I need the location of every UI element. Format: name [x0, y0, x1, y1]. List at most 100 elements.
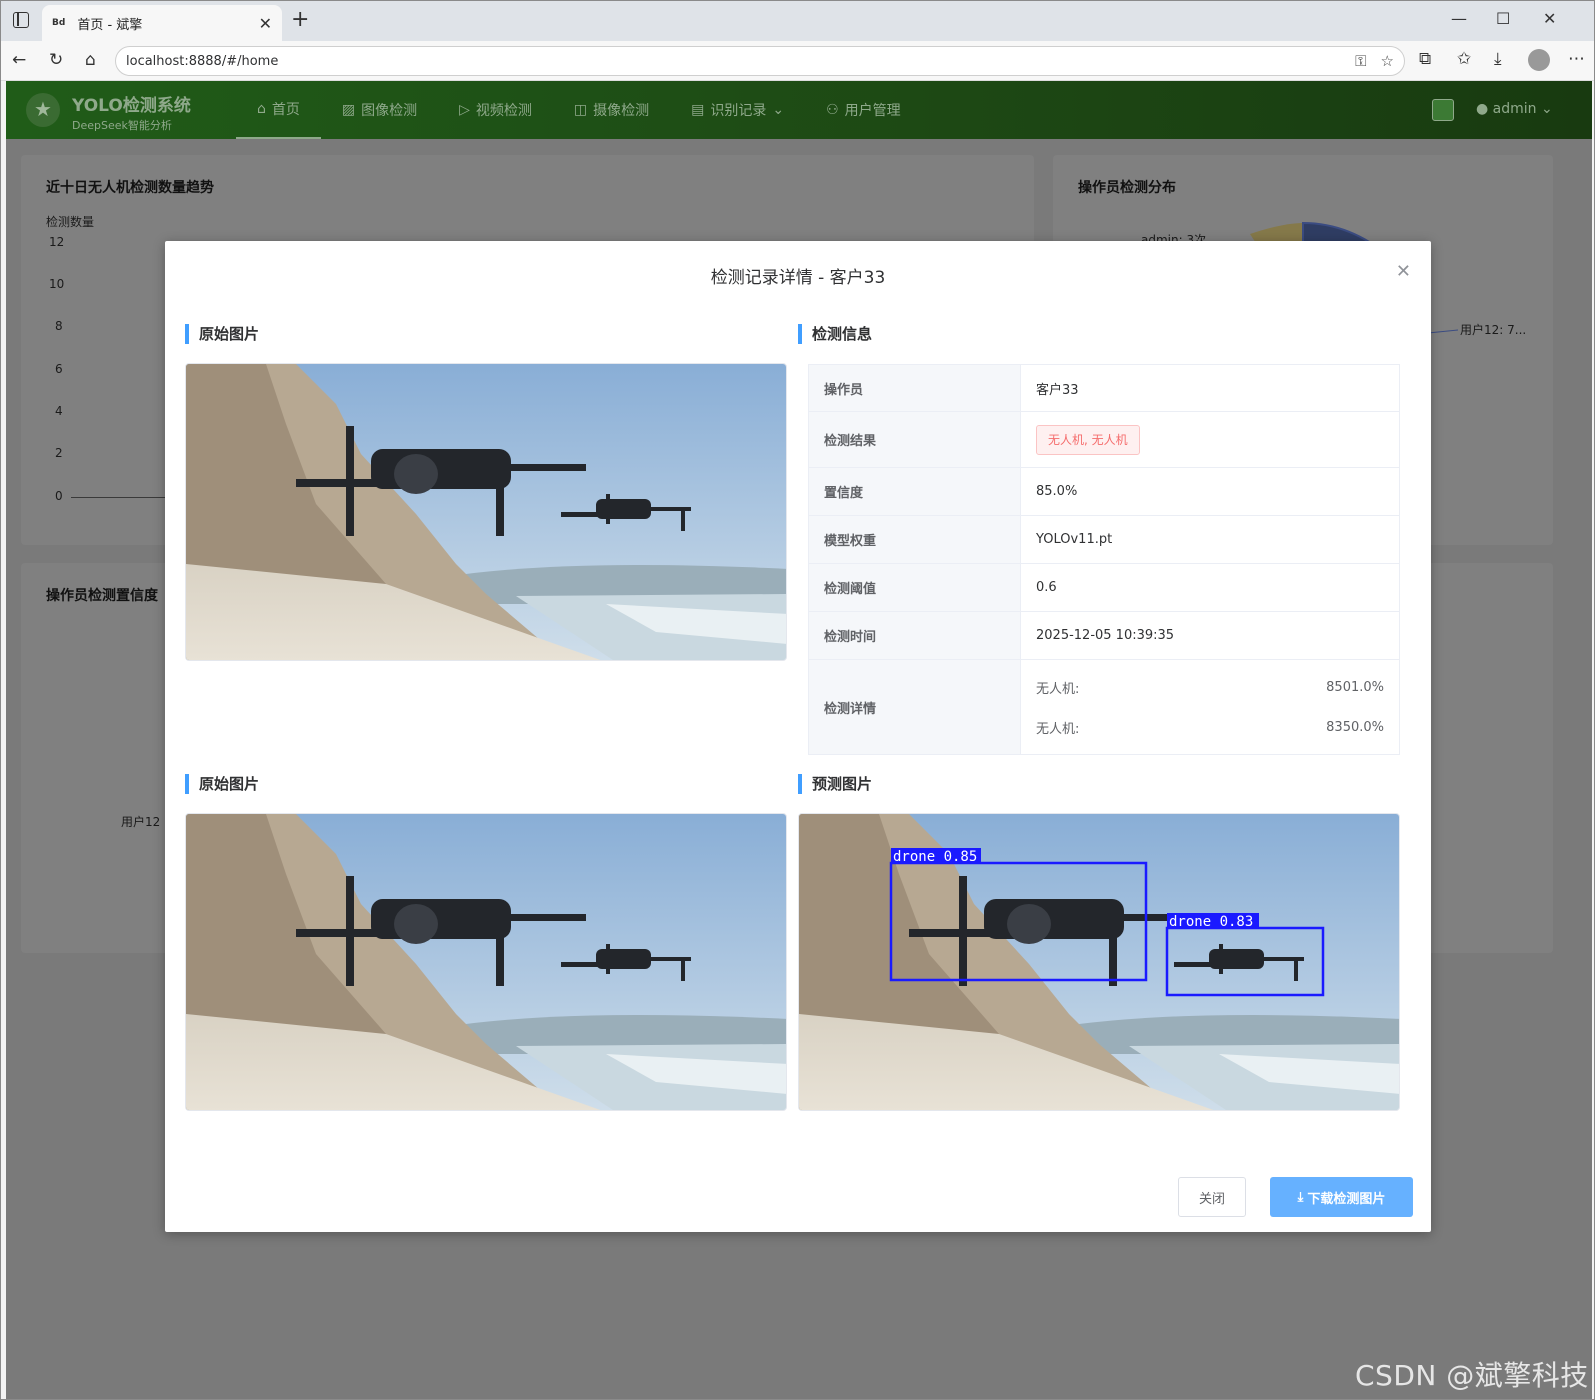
plus-icon[interactable]: + [291, 7, 309, 32]
row-label: 操作员 [809, 365, 1021, 411]
y-tick: 4 [55, 404, 63, 418]
time-value: 2025-12-05 10:39:35 [1036, 628, 1175, 643]
reload-icon[interactable]: ↻ [49, 50, 63, 70]
dialog-title: 检测记录详情 - 客户33 [710, 268, 886, 288]
table-row: 操作员 客户33 [809, 365, 1399, 412]
key-icon[interactable]: ⚿ [1355, 52, 1366, 70]
row-label: 检测详情 [809, 660, 1021, 754]
menu-item-home[interactable]: ⌂ 首页 [236, 81, 321, 139]
operator-value: 客户33 [1036, 382, 1079, 398]
detail-name: 无人机: [1036, 681, 1080, 697]
detail-item: 无人机: 8350.0% [1036, 707, 1399, 747]
star-icon[interactable]: ☆ [1381, 52, 1394, 70]
chevron-down-icon: ⌄ [1541, 101, 1553, 117]
y-tick: 12 [49, 235, 65, 249]
table-row: 检测结果 无人机, 无人机 [809, 412, 1399, 468]
back-icon[interactable]: ← [12, 50, 26, 70]
y-tick: 6 [55, 362, 63, 376]
details-cell: 无人机: 8501.0% 无人机: 8350.0% [1021, 660, 1399, 754]
detail-item: 无人机: 8501.0% [1036, 667, 1399, 707]
menu-item-camera-detect[interactable]: ◫ 摄像检测 [553, 81, 670, 139]
menu-label: 摄像检测 [593, 103, 650, 119]
detail-name: 无人机: [1036, 721, 1080, 737]
y-tick: 8 [55, 319, 63, 333]
y-tick: 2 [55, 446, 63, 460]
tab-favicon: Bd [52, 18, 66, 28]
result-cell: 无人机, 无人机 [1021, 412, 1399, 467]
fullscreen-icon[interactable] [1432, 99, 1454, 121]
download-icon[interactable]: ⤓ [1494, 49, 1502, 69]
play-icon: ▷ [459, 102, 470, 118]
brand-subtitle: DeepSeek智能分析 [72, 119, 172, 132]
model-value: YOLOv11.pt [1036, 532, 1113, 547]
main-menu: ⌂ 首页 ▨ 图像检测 ▷ 视频检测 ◫ 摄像检测 ▤ 识别记录 ⌄ ⚇ 用户管理 [236, 81, 922, 139]
more-icon[interactable]: ⋯ [1568, 49, 1585, 69]
detection-label-1: drone 0.85 [893, 849, 977, 865]
row-label: 检测阈值 [809, 564, 1021, 611]
drone-photo-annotated: drone 0.85 drone 0.83 [799, 814, 1399, 1110]
section-original-bottom: 原始图片 [185, 774, 259, 794]
menu-label: 用户管理 [844, 103, 901, 119]
logo-icon: ★ [26, 93, 60, 127]
menu-item-records[interactable]: ▤ 识别记录 ⌄ [670, 81, 805, 139]
menu-label: 图像检测 [361, 103, 418, 119]
extensions-icon[interactable]: ⧉ [1419, 49, 1431, 69]
original-image-bottom[interactable] [185, 813, 787, 1111]
minimize-icon[interactable]: — [1451, 9, 1467, 28]
user-icon: ● [1476, 101, 1493, 117]
trend-ylabel: 检测数量 [46, 215, 95, 229]
row-label: 检测时间 [809, 612, 1021, 659]
menu-item-users[interactable]: ⚇ 用户管理 [805, 81, 922, 139]
menu-item-video-detect[interactable]: ▷ 视频检测 [438, 81, 553, 139]
profile-icon[interactable] [1528, 49, 1550, 71]
home-icon: ⌂ [257, 101, 266, 117]
watermark: CSDN @斌擎科技 [1355, 1359, 1589, 1392]
top-navbar: ★ YOLO检测系统 DeepSeek智能分析 ⌂ 首页 ▨ 图像检测 ▷ 视频检测 … [6, 81, 1592, 139]
drone-photo [186, 814, 786, 1110]
close-icon[interactable]: ✕ [1396, 261, 1411, 282]
user-icon: ⚇ [826, 102, 839, 118]
window-close-icon[interactable]: ✕ [1543, 9, 1556, 28]
table-row: 置信度 85.0% [809, 468, 1399, 516]
threshold-value: 0.6 [1036, 580, 1057, 595]
row-label: 模型权重 [809, 516, 1021, 563]
maximize-icon[interactable]: ☐ [1496, 9, 1510, 28]
drone-photo [186, 364, 786, 660]
predicted-image[interactable]: drone 0.85 drone 0.83 [798, 813, 1400, 1111]
detail-value: 8350.0% [1326, 719, 1384, 735]
trend-title: 近十日无人机检测数量趋势 [46, 180, 214, 196]
url-field[interactable]: i localhost:8888/#/home ⚿ ☆ [115, 46, 1405, 183]
info-table: 操作员 客户33 检测结果 无人机, 无人机 置信度 85.0% 模型权重 YO… [808, 364, 1400, 755]
confidence-label: 用户12 [121, 815, 161, 829]
detail-value: 8501.0% [1326, 679, 1384, 695]
download-button[interactable]: ⤓ 下载检测图片 [1270, 1177, 1413, 1217]
address-bar: ← ↻ ⌂ i localhost:8888/#/home ⚿ ☆ ⧉ ✩ ⤓ … [1, 41, 1594, 183]
document-icon: ▤ [691, 102, 705, 118]
table-row: 检测时间 2025-12-05 10:39:35 [809, 612, 1399, 660]
home-icon[interactable]: ⌂ [85, 50, 96, 70]
url-text: localhost:8888/#/home [126, 53, 279, 69]
chevron-down-icon: ⌄ [772, 102, 785, 118]
table-row: 检测阈值 0.6 [809, 564, 1399, 612]
row-label: 检测结果 [809, 412, 1021, 467]
menu-label: 识别记录 [710, 103, 767, 119]
y-tick: 10 [49, 277, 65, 291]
favorites-icon[interactable]: ✩ [1457, 49, 1471, 69]
tab-title: 首页 - 斌擎 [77, 17, 143, 33]
username: admin [1492, 101, 1537, 117]
original-image-top[interactable] [185, 363, 787, 661]
user-dropdown[interactable]: ● admin ⌄ [1476, 101, 1553, 117]
camera-icon: ◫ [573, 102, 588, 118]
browser-window: Bd 首页 - 斌擎 ✕ + — ☐ ✕ ← ↻ ⌂ i localhost:8… [0, 0, 1595, 1400]
detection-label-2: drone 0.83 [1169, 914, 1253, 930]
browser-tab[interactable]: Bd 首页 - 斌擎 ✕ [42, 5, 282, 41]
row-label: 置信度 [809, 468, 1021, 515]
confidence-value: 85.0% [1036, 484, 1078, 499]
close-icon[interactable]: ✕ [259, 14, 272, 33]
confidence-title: 操作员检测置信度 [46, 588, 158, 604]
download-button-label: 下载检测图片 [1307, 1191, 1386, 1207]
sidebar-icon[interactable] [13, 12, 29, 28]
brand-title: YOLO检测系统 [72, 96, 191, 116]
menu-item-image-detect[interactable]: ▨ 图像检测 [321, 81, 438, 139]
close-button[interactable]: 关闭 [1178, 1177, 1246, 1217]
